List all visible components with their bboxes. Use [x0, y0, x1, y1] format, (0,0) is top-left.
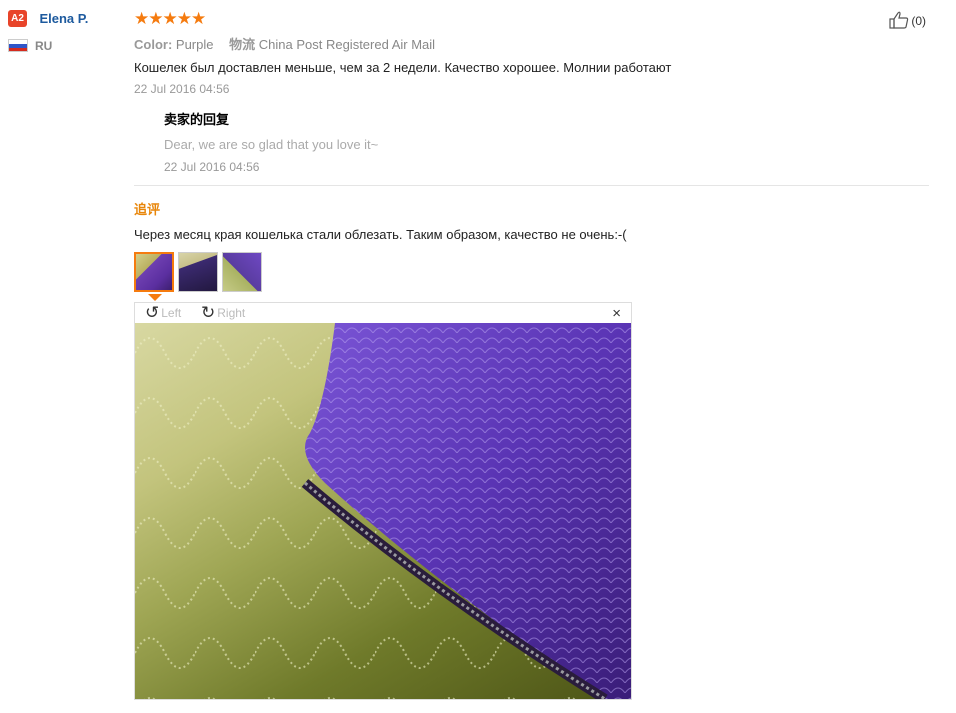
- helpful-count: (0): [911, 14, 926, 28]
- photo-viewer: ↺ Left ↻ Right ×: [134, 302, 632, 700]
- seller-reply-title: 卖家的回复: [164, 112, 230, 127]
- review-meta: Color: Purple 物流 China Post Registered A…: [134, 34, 435, 53]
- rotate-right-label: Right: [217, 306, 246, 320]
- seller-reply-text: Dear, we are so glad that you love it~: [164, 137, 379, 152]
- seller-reply: 卖家的回复 Dear, we are so glad that you love…: [164, 109, 378, 174]
- user-name[interactable]: Elena P.: [39, 11, 88, 26]
- rating-stars: ★★★★★: [134, 9, 206, 28]
- rotate-left-label: Left: [161, 306, 182, 320]
- active-thumbnail-pointer: [148, 294, 162, 301]
- photo-thumbnail[interactable]: [134, 252, 174, 292]
- color-value: Purple: [175, 37, 214, 52]
- shipping-label: 物流: [229, 37, 256, 52]
- country-code: RU: [35, 39, 53, 53]
- thumbs-up-icon: [889, 11, 909, 29]
- shipping-value: China Post Registered Air Mail: [258, 37, 436, 52]
- followup-title: 追评: [134, 202, 161, 217]
- photo-thumbnails: [134, 252, 266, 292]
- close-viewer-button[interactable]: ×: [612, 306, 621, 321]
- rotate-left-icon: ↺: [145, 303, 160, 322]
- rotate-right-button[interactable]: ↻ Right: [201, 303, 245, 323]
- rotate-right-icon: ↻: [201, 303, 216, 322]
- russia-flag-icon: [8, 39, 28, 52]
- seller-reply-date: 22 Jul 2016 04:56: [164, 160, 260, 174]
- user-level-badge: A2: [8, 10, 27, 28]
- review-photo: [135, 323, 631, 699]
- helpful-button[interactable]: (0): [889, 11, 926, 29]
- photo-thumbnail[interactable]: [222, 252, 262, 292]
- divider: [134, 185, 929, 186]
- user-country: RU: [8, 39, 52, 53]
- user-info: A2 Elena P.: [8, 10, 88, 28]
- viewer-toolbar: ↺ Left ↻ Right ×: [135, 303, 631, 323]
- followup-text: Через месяц края кошелька стали облезать…: [134, 227, 627, 242]
- color-label: Color:: [134, 37, 173, 52]
- review-text: Кошелек был доставлен меньше, чем за 2 н…: [134, 60, 672, 75]
- review-date: 22 Jul 2016 04:56: [134, 82, 230, 96]
- rotate-left-button[interactable]: ↺ Left: [145, 303, 181, 323]
- photo-thumbnail[interactable]: [178, 252, 218, 292]
- wallet-photo-illustration: [135, 323, 631, 699]
